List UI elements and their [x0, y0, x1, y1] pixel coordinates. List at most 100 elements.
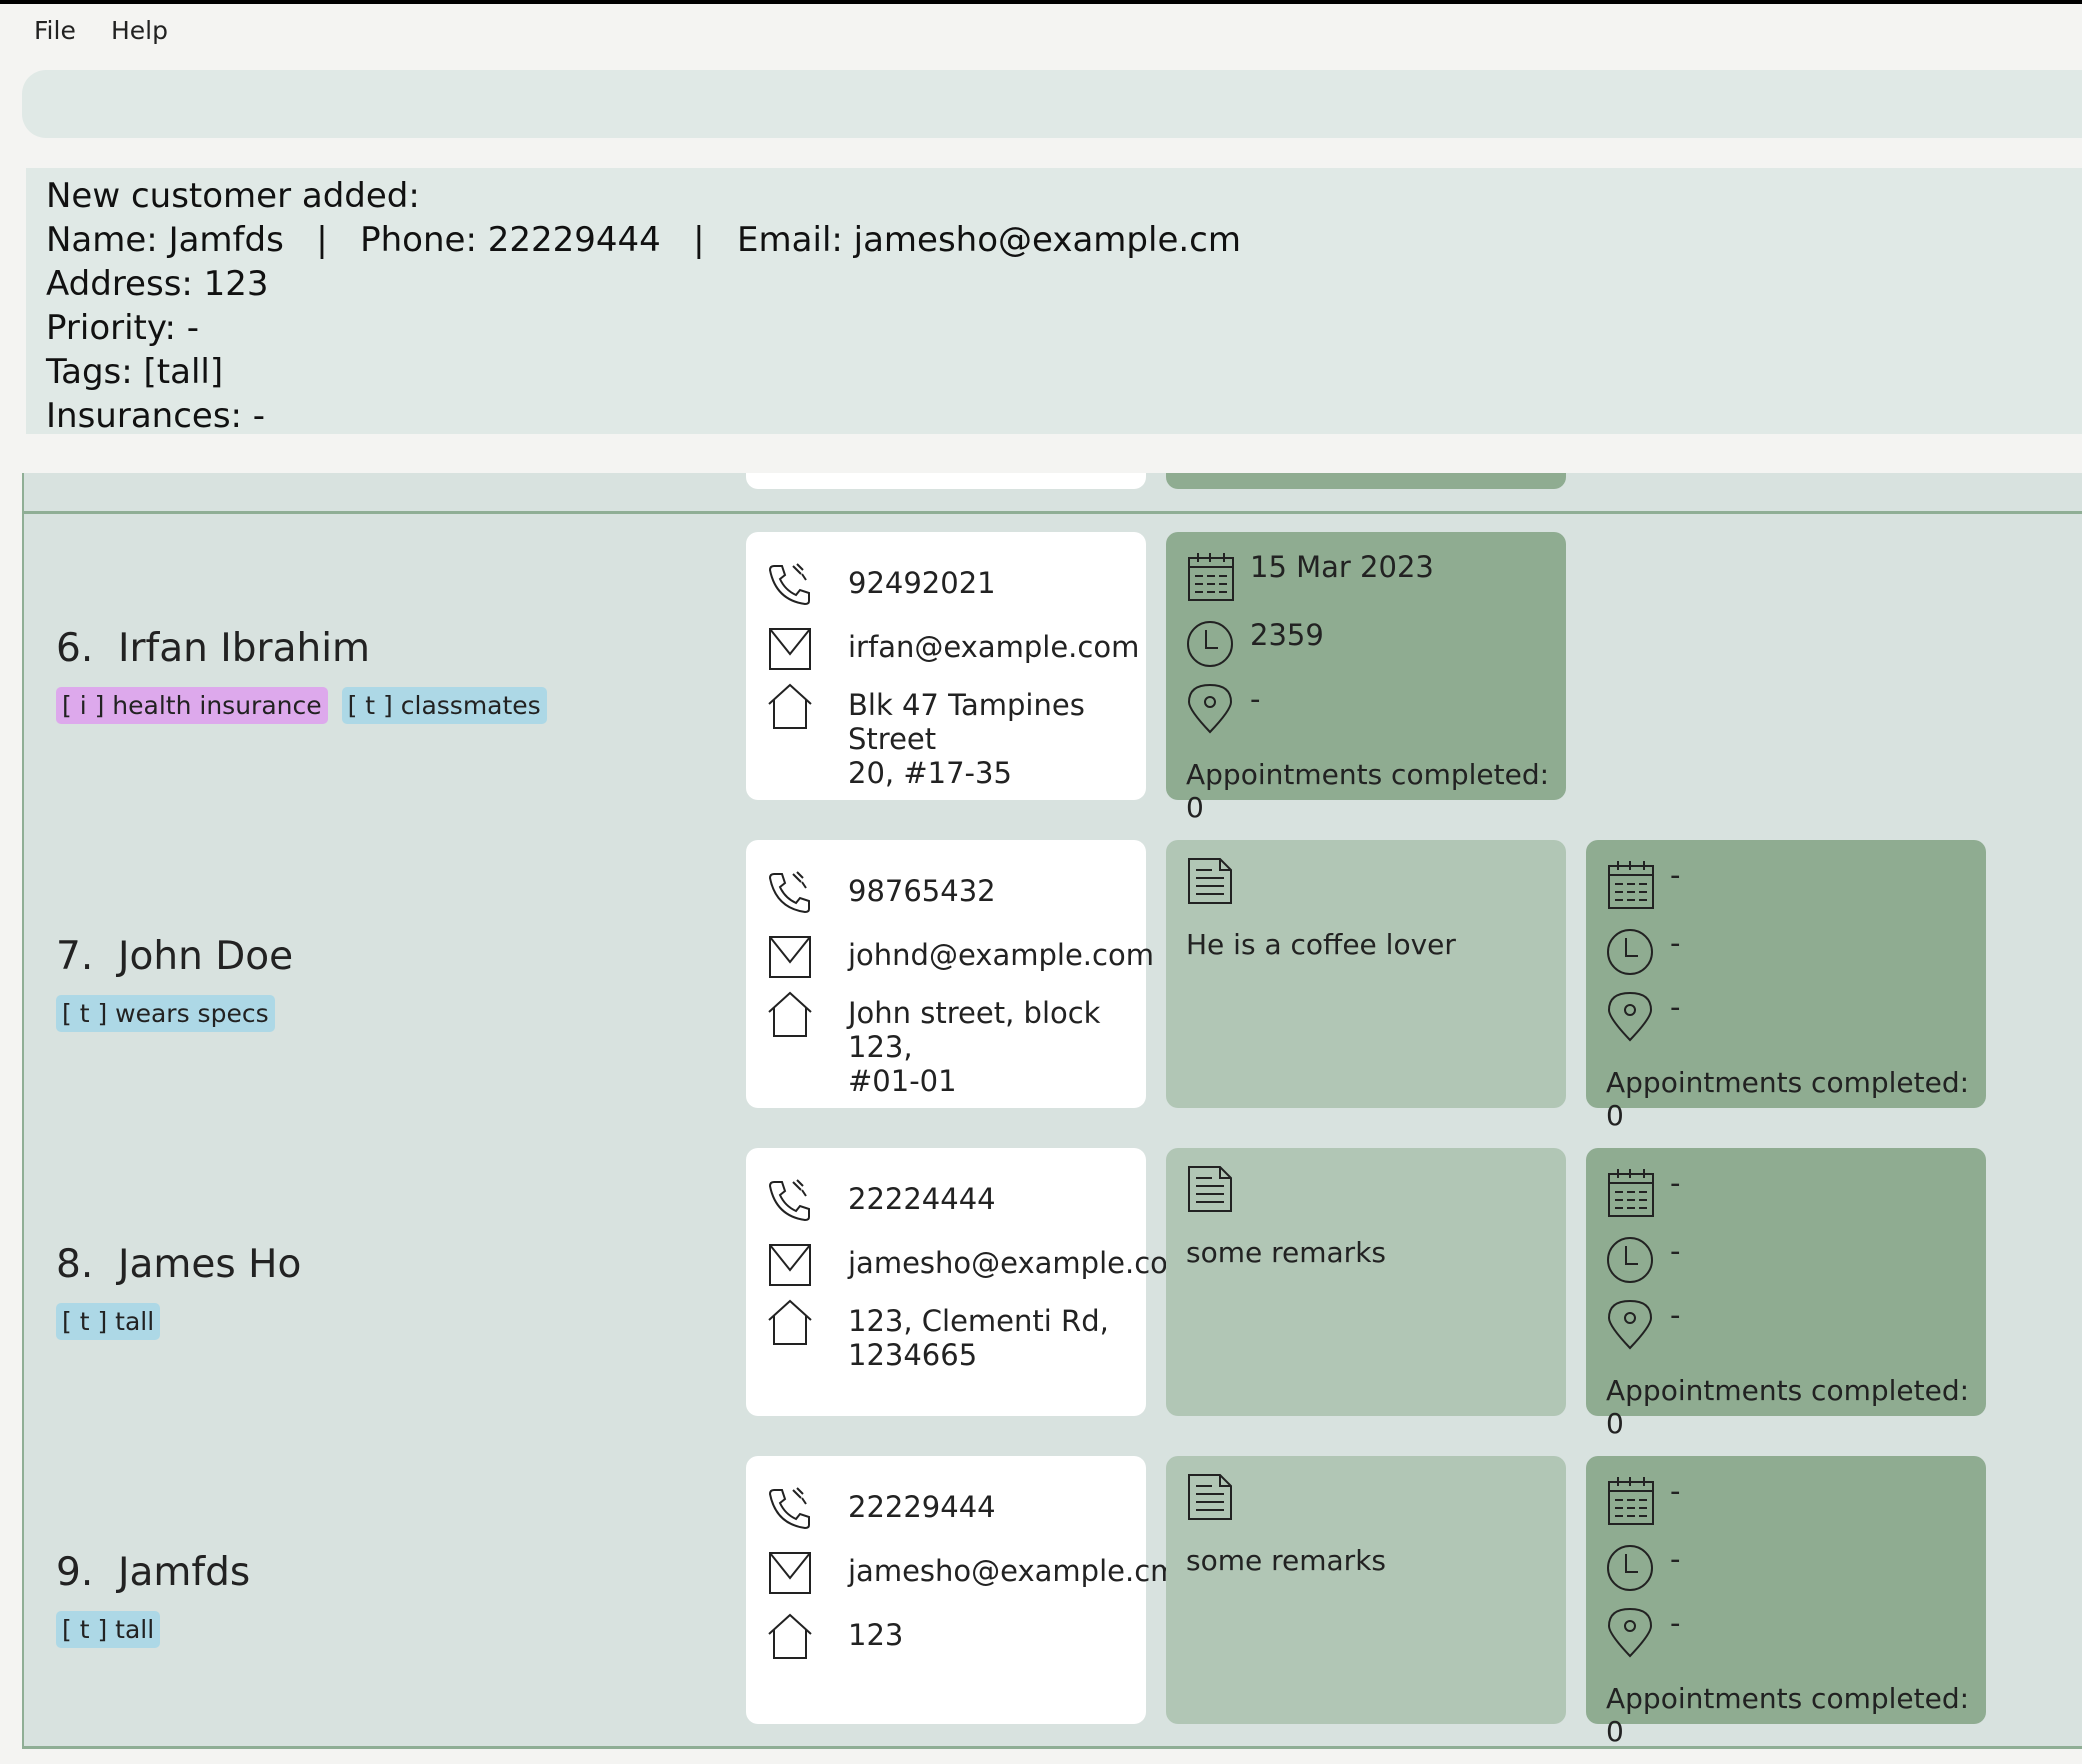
contact-panel: 22224444 jamesho@example.com 123, Clemen…: [746, 1148, 1196, 1416]
customer-name: 7. John Doe: [56, 934, 294, 979]
tag: [ t ] tall: [56, 1303, 161, 1340]
tag-list: [ t ] wears specs: [56, 995, 289, 1032]
appointment-location: -: [1250, 682, 1261, 716]
location-pin-icon: [1606, 1606, 1656, 1658]
address-value: Blk 47 Tampines Street 20, #17-35: [848, 688, 1085, 790]
appointment-location: -: [1670, 1298, 1681, 1332]
appointment-time: -: [1670, 926, 1681, 960]
phone-value: 22229444: [848, 1490, 996, 1524]
tag-list: [ t ] tall: [56, 1303, 174, 1340]
appointments-completed: Appointments completed: 0: [1606, 1682, 1970, 1748]
mail-icon: [766, 1240, 814, 1288]
contact-panel: [746, 473, 1146, 489]
location-pin-icon: [1606, 1298, 1656, 1350]
calendar-icon: [1186, 550, 1236, 602]
appointment-location: -: [1670, 1606, 1681, 1640]
mail-icon: [766, 932, 814, 980]
result-line: New customer added:: [46, 176, 420, 216]
result-line: Tags: [tall]: [46, 352, 224, 392]
appointment-time: 2359: [1250, 618, 1324, 652]
menu-bar: File Help: [0, 4, 2082, 64]
home-icon: [766, 1612, 814, 1660]
appointment-panel: [1166, 473, 1566, 489]
clock-icon: [1606, 1542, 1656, 1594]
document-icon: [1186, 856, 1234, 906]
appointments-completed: Appointments completed: 0: [1606, 1066, 1970, 1132]
customer-card[interactable]: 6. Irfan Ibrahim [ i ] health insurance[…: [22, 514, 2082, 825]
customer-list[interactable]: 6. Irfan Ibrahim [ i ] health insurance[…: [22, 473, 2082, 1764]
clock-icon: [1186, 618, 1236, 670]
home-icon: [766, 990, 814, 1038]
customer-name: 8. James Ho: [56, 1242, 302, 1287]
home-icon: [766, 682, 814, 730]
tag-list: [ t ] tall: [56, 1611, 174, 1648]
calendar-icon: [1606, 858, 1656, 910]
email-value: irfan@example.com: [848, 630, 1140, 664]
appointment-panel: - - - Appointments completed: 0: [1586, 1148, 1986, 1440]
customer-name: 6. Irfan Ibrahim: [56, 626, 371, 671]
clock-icon: [1606, 926, 1656, 978]
appointments-completed: Appointments completed: 0: [1186, 758, 1550, 824]
calendar-icon: [1606, 1166, 1656, 1218]
menu-file[interactable]: File: [34, 16, 76, 45]
remark-panel: some remarks: [1166, 1148, 1566, 1416]
appointment-date: 15 Mar 2023: [1250, 550, 1434, 584]
tag-list: [ i ] health insurance [ t ] classmates: [56, 687, 561, 724]
location-pin-icon: [1186, 682, 1236, 734]
clock-icon: [1606, 1234, 1656, 1286]
remark-panel: some remarks: [1166, 1456, 1566, 1724]
remark-panel: He is a coffee lover: [1166, 840, 1566, 1108]
insurance-tag: [ i ] health insurance: [56, 687, 328, 724]
customer-card[interactable]: [22, 473, 2082, 514]
result-display: New customer added: Name: Jamfds | Phone…: [26, 168, 2082, 434]
tag: [ t ] classmates: [341, 687, 547, 724]
customer-card[interactable]: 7. John Doe [ t ] wears specs 98765432 j…: [22, 822, 2082, 1133]
customer-card[interactable]: 9. Jamfds [ t ] tall 22229444 jamesho@ex…: [22, 1438, 2082, 1749]
result-line: Name: Jamfds | Phone: 22229444 | Email: …: [46, 220, 1241, 260]
phone-icon: [766, 868, 814, 916]
appointment-panel: - - - Appointments completed: 0: [1586, 1456, 1986, 1748]
mail-icon: [766, 624, 814, 672]
result-line: Priority: -: [46, 308, 200, 348]
appointment-date: -: [1670, 1474, 1681, 1508]
document-icon: [1186, 1164, 1234, 1214]
phone-icon: [766, 1484, 814, 1532]
home-icon: [766, 1298, 814, 1346]
appointment-date: -: [1670, 858, 1681, 892]
menu-help[interactable]: Help: [111, 16, 168, 45]
result-line: Insurances: -: [46, 396, 266, 434]
appointment-time: -: [1670, 1542, 1681, 1576]
phone-value: 98765432: [848, 874, 996, 908]
appointment-panel: 15 Mar 2023 2359 - Appointments complete…: [1166, 532, 1566, 824]
address-value: 123: [848, 1618, 904, 1652]
contact-panel: 92492021 irfan@example.com Blk 47 Tampin…: [746, 532, 1146, 800]
email-value: jamesho@example.cm: [848, 1554, 1179, 1588]
email-value: jamesho@example.com: [848, 1246, 1197, 1280]
appointment-time: -: [1670, 1234, 1681, 1268]
address-value: 123, Clementi Rd, 1234665: [848, 1304, 1109, 1372]
command-input[interactable]: [22, 70, 2082, 138]
remark-text: some remarks: [1186, 1544, 1386, 1577]
location-pin-icon: [1606, 990, 1656, 1042]
contact-panel: 98765432 johnd@example.com John street, …: [746, 840, 1154, 1108]
contact-panel: 22229444 jamesho@example.cm 123: [746, 1456, 1178, 1724]
address-value: John street, block 123, #01-01: [848, 996, 1101, 1098]
phone-value: 92492021: [848, 566, 996, 600]
mail-icon: [766, 1548, 814, 1596]
document-icon: [1186, 1472, 1234, 1522]
customer-card[interactable]: 8. James Ho [ t ] tall 22224444 jamesho@…: [22, 1130, 2082, 1441]
appointment-date: -: [1670, 1166, 1681, 1200]
customer-name: 9. Jamfds: [56, 1550, 251, 1595]
appointment-panel: - - - Appointments completed: 0: [1586, 840, 1986, 1132]
calendar-icon: [1606, 1474, 1656, 1526]
remark-text: some remarks: [1186, 1236, 1386, 1269]
tag: [ t ] wears specs: [56, 995, 275, 1032]
appointments-completed: Appointments completed: 0: [1606, 1374, 1970, 1440]
tag: [ t ] tall: [56, 1611, 161, 1648]
remark-text: He is a coffee lover: [1186, 928, 1456, 961]
phone-value: 22224444: [848, 1182, 996, 1216]
email-value: johnd@example.com: [848, 938, 1154, 972]
phone-icon: [766, 560, 814, 608]
result-line: Address: 123: [46, 264, 269, 304]
appointment-location: -: [1670, 990, 1681, 1024]
